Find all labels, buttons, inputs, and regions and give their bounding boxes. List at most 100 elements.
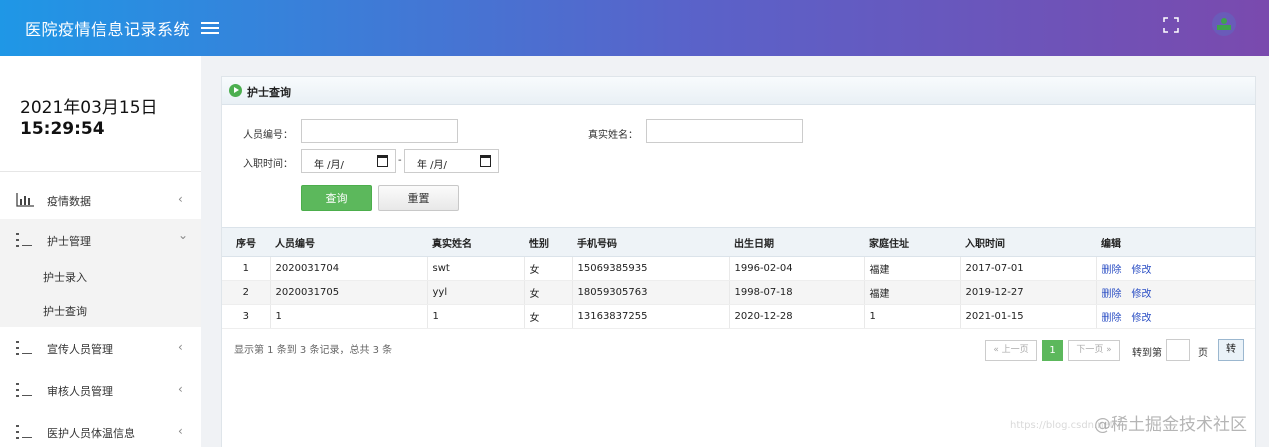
- page-unit-label: 页: [1198, 348, 1208, 359]
- cell-name: swt: [427, 256, 525, 281]
- list-icon: [16, 233, 32, 247]
- cell-index: 1: [222, 256, 271, 281]
- sidebar-item-nurse-management[interactable]: 护士管理 ⌄: [0, 219, 201, 261]
- delete-link[interactable]: 删除: [1102, 289, 1122, 300]
- query-button[interactable]: 查询: [301, 185, 372, 211]
- cell-birth: 1998-07-18: [729, 280, 865, 305]
- column-header: 人员编号: [270, 227, 427, 257]
- panel-header: 护士查询: [222, 77, 1255, 105]
- table-row: 3 1 1 女 13163837255 2020-12-28 1 2021-01…: [222, 304, 1255, 329]
- panel-title: 护士查询: [247, 86, 291, 99]
- delete-link[interactable]: 删除: [1102, 265, 1122, 276]
- real-name-input[interactable]: [646, 119, 803, 143]
- sidebar-subitem-nurse-entry[interactable]: 护士录入: [0, 259, 201, 293]
- chevron-left-icon: ‹: [178, 192, 183, 206]
- clock-time: 15:29:54: [20, 119, 105, 139]
- sidebar-item-label: 医护人员体温信息: [47, 427, 135, 440]
- sidebar-subitem-nurse-query[interactable]: 护士查询: [0, 293, 201, 327]
- cell-birth: 2020-12-28: [729, 304, 865, 329]
- chevron-left-icon: ‹: [178, 424, 183, 438]
- column-header: 出生日期: [729, 227, 864, 257]
- bar-chart-icon: [16, 193, 34, 207]
- hire-time-label: 入职时间：: [243, 159, 293, 170]
- page-1-button[interactable]: 1: [1042, 340, 1063, 361]
- watermark: @稀土掘金技术社区: [1094, 415, 1247, 435]
- goto-page-input[interactable]: [1166, 339, 1190, 361]
- column-header: 手机号码: [572, 227, 729, 257]
- top-header: 医院疫情信息记录系统: [0, 0, 1269, 56]
- cell-sex: 女: [524, 280, 573, 305]
- table-header-row: 序号 人员编号 真实姓名 性别 手机号码 出生日期 家庭住址 入职时间 编辑: [222, 227, 1255, 257]
- cell-hired: 2017-07-01: [960, 256, 1097, 281]
- cell-phone: 13163837255: [572, 304, 730, 329]
- sidebar-item-label: 疫情数据: [47, 195, 91, 208]
- menu-toggle-icon[interactable]: [201, 19, 219, 37]
- table-row: 1 2020031704 swt 女 15069385935 1996-02-0…: [222, 256, 1255, 281]
- cell-staff-no: 2020031705: [270, 280, 428, 305]
- sidebar-item-label: 宣传人员管理: [47, 343, 113, 356]
- goto-button[interactable]: 转: [1218, 339, 1244, 361]
- cell-actions: 删除 修改: [1096, 280, 1255, 305]
- prev-page-button[interactable]: « 上一页: [985, 340, 1037, 361]
- edit-link[interactable]: 修改: [1132, 289, 1152, 300]
- pagination-summary: 显示第 1 条到 3 条记录，总共 3 条: [234, 345, 393, 356]
- real-name-label: 真实姓名：: [588, 130, 638, 141]
- sidebar-item-review-staff[interactable]: 审核人员管理 ‹: [0, 369, 201, 411]
- cell-address: 福建: [864, 280, 961, 305]
- list-icon: [16, 425, 32, 439]
- sidebar-item-epidemic-data[interactable]: 疫情数据 ‹: [0, 179, 201, 221]
- sidebar-subitem-label: 护士录入: [43, 271, 87, 284]
- column-header: 真实姓名: [427, 227, 524, 257]
- play-circle-icon: [229, 84, 242, 97]
- fullscreen-icon[interactable]: [1163, 17, 1179, 33]
- sidebar-subitem-label: 护士查询: [43, 305, 87, 318]
- table-row: 2 2020031705 yyl 女 18059305763 1998-07-1…: [222, 280, 1255, 305]
- sidebar-item-label: 审核人员管理: [47, 385, 113, 398]
- cell-staff-no: 1: [270, 304, 428, 329]
- app-title: 医院疫情信息记录系统: [25, 20, 191, 39]
- reset-button[interactable]: 重置: [378, 185, 459, 211]
- edit-link[interactable]: 修改: [1132, 265, 1152, 276]
- cell-address: 1: [864, 304, 961, 329]
- column-header: 编辑: [1096, 227, 1255, 257]
- clock-date: 2021年03月15日: [20, 98, 158, 118]
- hire-start-date[interactable]: 年 /月/: [301, 149, 396, 173]
- cell-name: yyl: [427, 280, 525, 305]
- chevron-down-icon: ⌄: [178, 228, 189, 242]
- chevron-left-icon: ‹: [178, 340, 183, 354]
- column-header: 家庭住址: [864, 227, 960, 257]
- cell-staff-no: 2020031704: [270, 256, 428, 281]
- cell-hired: 2021-01-15: [960, 304, 1097, 329]
- edit-link[interactable]: 修改: [1132, 313, 1152, 324]
- delete-link[interactable]: 删除: [1102, 313, 1122, 324]
- column-header: 序号: [222, 227, 270, 257]
- next-page-button[interactable]: 下一页 »: [1068, 340, 1120, 361]
- cell-name: 1: [427, 304, 525, 329]
- list-icon: [16, 383, 32, 397]
- calendar-icon[interactable]: [480, 155, 491, 167]
- clock: 2021年03月15日 15:29:54: [20, 98, 158, 140]
- sidebar: 2021年03月15日 15:29:54 疫情数据 ‹ 护士管理 ⌄ 护士录入 …: [0, 56, 201, 447]
- sidebar-divider: [0, 171, 201, 172]
- cell-phone: 15069385935: [572, 256, 730, 281]
- cell-index: 3: [222, 304, 271, 329]
- calendar-icon[interactable]: [377, 155, 388, 167]
- sidebar-item-temperature-info[interactable]: 医护人员体温信息 ‹: [0, 411, 201, 447]
- date-placeholder: 年 /月/: [417, 160, 447, 171]
- staff-no-label: 人员编号：: [243, 130, 293, 141]
- cell-index: 2: [222, 280, 271, 305]
- date-range-dash: -: [398, 155, 402, 166]
- cell-hired: 2019-12-27: [960, 280, 1097, 305]
- sidebar-item-publicity-staff[interactable]: 宣传人员管理 ‹: [0, 327, 201, 369]
- sidebar-item-label: 护士管理: [47, 235, 91, 248]
- cell-birth: 1996-02-04: [729, 256, 865, 281]
- goto-label: 转到第: [1132, 348, 1162, 359]
- cell-phone: 18059305763: [572, 280, 730, 305]
- column-header: 性别: [524, 227, 572, 257]
- cell-sex: 女: [524, 304, 573, 329]
- cell-sex: 女: [524, 256, 573, 281]
- nurse-table: 序号 人员编号 真实姓名 性别 手机号码 出生日期 家庭住址 入职时间 编辑 1…: [222, 227, 1255, 329]
- avatar[interactable]: [1211, 11, 1237, 37]
- staff-no-input[interactable]: [301, 119, 458, 143]
- hire-end-date[interactable]: 年 /月/: [404, 149, 499, 173]
